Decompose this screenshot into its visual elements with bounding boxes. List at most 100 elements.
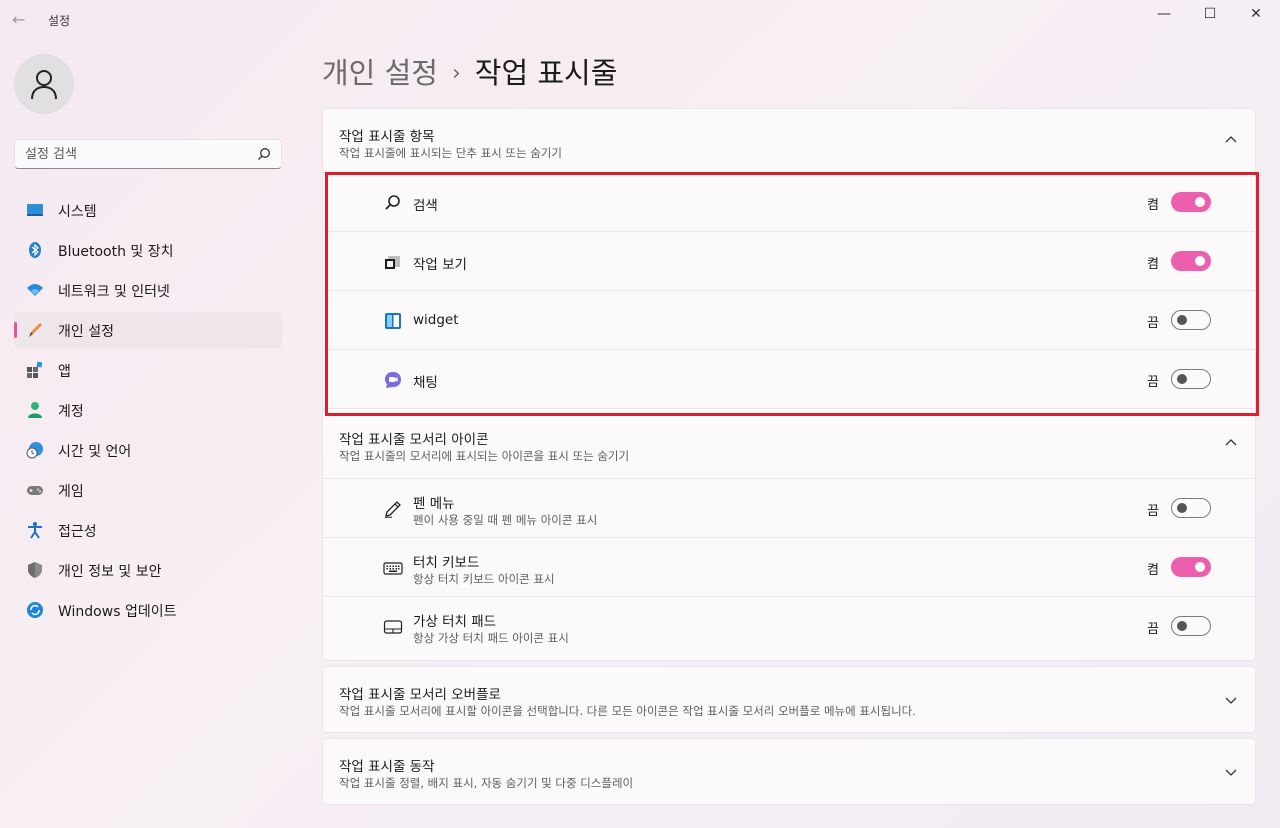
sidebar-item-label: 개인 정보 및 보안 [58,564,162,580]
back-button[interactable]: ← [12,8,32,32]
chevron-down-icon[interactable] [1225,697,1237,705]
setting-row-chat: 채팅 끔 [323,349,1255,408]
setting-label: 터치 키보드 [413,555,480,571]
sidebar-item-bluetooth[interactable]: Bluetooth 및 장치 [14,232,282,268]
page-title: 작업 표시줄 [474,56,618,90]
sidebar-item-system[interactable]: 시스템 [14,192,282,228]
privacy-icon [28,562,42,578]
setting-description: 펜이 사용 중일 때 펜 메뉴 아이콘 표시 [413,513,598,527]
chevron-down-icon[interactable] [1225,769,1237,777]
sidebar-item-personalization[interactable]: 개인 설정 [14,312,282,348]
section-subtitle: 작업 표시줄 모서리에 표시할 아이콘을 선택합니다. 다른 모든 아이콘은 작… [339,704,916,718]
corner-overflow-card[interactable]: 작업 표시줄 모서리 오버플로 작업 표시줄 모서리에 표시할 아이콘을 선택합… [322,666,1256,733]
search-input[interactable] [25,145,245,163]
chevron-up-icon[interactable] [1225,135,1237,143]
sidebar-item-label: 접근성 [58,524,97,540]
setting-description: 항상 가상 터치 패드 아이콘 표시 [413,631,569,645]
virtual-touchpad-toggle[interactable] [1171,616,1211,636]
taskbar-behaviors-card[interactable]: 작업 표시줄 동작 작업 표시줄 정렬, 배지 표시, 자동 숨기기 및 다중 … [322,738,1256,805]
section-subtitle: 작업 표시줄의 모서리에 표시되는 아이콘을 표시 또는 숨기기 [339,449,630,463]
gaming-icon [27,486,43,495]
network-icon [27,284,43,296]
section-subtitle: 작업 표시줄 정렬, 배지 표시, 자동 숨기기 및 다중 디스플레이 [339,776,634,790]
user-icon [31,70,57,100]
sidebar-item-label: Bluetooth 및 장치 [58,244,174,260]
system-icon [27,204,43,216]
close-button[interactable]: ✕ [1233,0,1279,28]
sidebar-item-label: 게임 [58,484,84,500]
toggle-state: 끔 [1147,622,1159,637]
sidebar-item-label: 시간 및 언어 [58,444,132,460]
sidebar-item-label: 시스템 [58,204,97,220]
apps-icon [27,361,43,378]
section-title: 작업 표시줄 모서리 오버플로 [339,687,501,703]
taskbar-settings-card: 작업 표시줄 항목 작업 표시줄에 표시되는 단추 표시 또는 숨기기 검색 켬… [322,108,1256,661]
setting-description: 항상 터치 키보드 아이콘 표시 [413,572,555,586]
title-bar: ← 설정 — ☐ ✕ [0,0,1280,40]
windows-update-icon [27,602,43,618]
sidebar-item-windows-update[interactable]: Windows 업데이트 [14,592,282,628]
toggle-state: 켬 [1147,257,1159,272]
widgets-icon [385,313,401,329]
touch-keyboard-toggle[interactable] [1171,557,1211,577]
toggle-state: 끔 [1147,316,1159,331]
breadcrumb-separator: › [451,61,461,86]
sidebar-item-label: 네트워크 및 인터넷 [58,284,170,300]
keyboard-icon [383,562,403,575]
corner-icons-header[interactable]: 작업 표시줄 모서리 아이콘 작업 표시줄의 모서리에 표시되는 아이콘을 표시… [323,408,1255,478]
section-title: 작업 표시줄 항목 [339,129,435,145]
toggle-state: 켬 [1147,198,1159,213]
app-title: 설정 [48,14,71,28]
pen-menu-toggle[interactable] [1171,498,1211,518]
setting-row-touch-keyboard: 터치 키보드 항상 터치 키보드 아이콘 표시 켬 [323,537,1255,596]
chevron-up-icon[interactable] [1225,438,1237,446]
search-icon[interactable] [257,147,271,161]
sidebar-item-accessibility[interactable]: 접근성 [14,512,282,548]
sidebar-item-label: 앱 [58,364,71,380]
section-subtitle: 작업 표시줄에 표시되는 단추 표시 또는 숨기기 [339,146,562,160]
sidebar-item-apps[interactable]: 앱 [14,352,282,388]
search-icon [385,195,400,210]
pen-icon [384,501,401,519]
sidebar-item-accounts[interactable]: 계정 [14,392,282,428]
sidebar-item-gaming[interactable]: 게임 [14,472,282,508]
section-title: 작업 표시줄 동작 [339,759,435,775]
touchpad-icon [383,620,403,634]
section-title: 작업 표시줄 모서리 아이콘 [339,432,489,448]
sidebar-item-label: 개인 설정 [58,324,114,340]
time-language-icon [26,442,43,459]
search-toggle[interactable] [1171,192,1211,212]
setting-label: 펜 메뉴 [413,496,455,512]
task-view-icon [385,256,400,269]
setting-label: 채팅 [413,375,438,391]
setting-label: widget [413,312,459,328]
setting-row-widgets: widget 끔 [323,290,1255,349]
breadcrumb-parent[interactable]: 개인 설정 [322,56,438,90]
taskbar-items-header[interactable]: 작업 표시줄 항목 작업 표시줄에 표시되는 단추 표시 또는 숨기기 [323,109,1255,172]
setting-label: 검색 [413,198,438,214]
toggle-state: 끔 [1147,504,1159,519]
sidebar-item-time-language[interactable]: 시간 및 언어 [14,432,282,468]
setting-label: 가상 터치 패드 [413,614,497,630]
toggle-state: 켬 [1147,563,1159,578]
sidebar-item-network[interactable]: 네트워크 및 인터넷 [14,272,282,308]
setting-label: 작업 보기 [413,257,467,273]
maximize-button[interactable]: ☐ [1187,0,1233,28]
widgets-toggle[interactable] [1171,310,1211,330]
sidebar-nav: 시스템 Bluetooth 및 장치 네트워크 및 인터넷 개인 설정 앱 계정… [14,192,282,632]
setting-row-search: 검색 켬 [323,172,1255,231]
chat-toggle[interactable] [1171,369,1211,389]
task-view-toggle[interactable] [1171,251,1211,271]
sidebar-item-label: 계정 [58,404,84,420]
accounts-icon [28,402,42,418]
sidebar-item-privacy[interactable]: 개인 정보 및 보안 [14,552,282,588]
chat-icon [385,372,401,388]
minimize-button[interactable]: — [1141,0,1187,28]
avatar[interactable] [14,54,74,114]
setting-row-pen-menu: 펜 메뉴 펜이 사용 중일 때 펜 메뉴 아이콘 표시 끔 [323,478,1255,537]
settings-search[interactable] [14,139,282,169]
personalization-icon [29,323,42,337]
setting-row-virtual-touchpad: 가상 터치 패드 항상 가상 터치 패드 아이콘 표시 끔 [323,596,1255,655]
accessibility-icon [28,522,42,539]
bluetooth-icon [29,242,41,258]
